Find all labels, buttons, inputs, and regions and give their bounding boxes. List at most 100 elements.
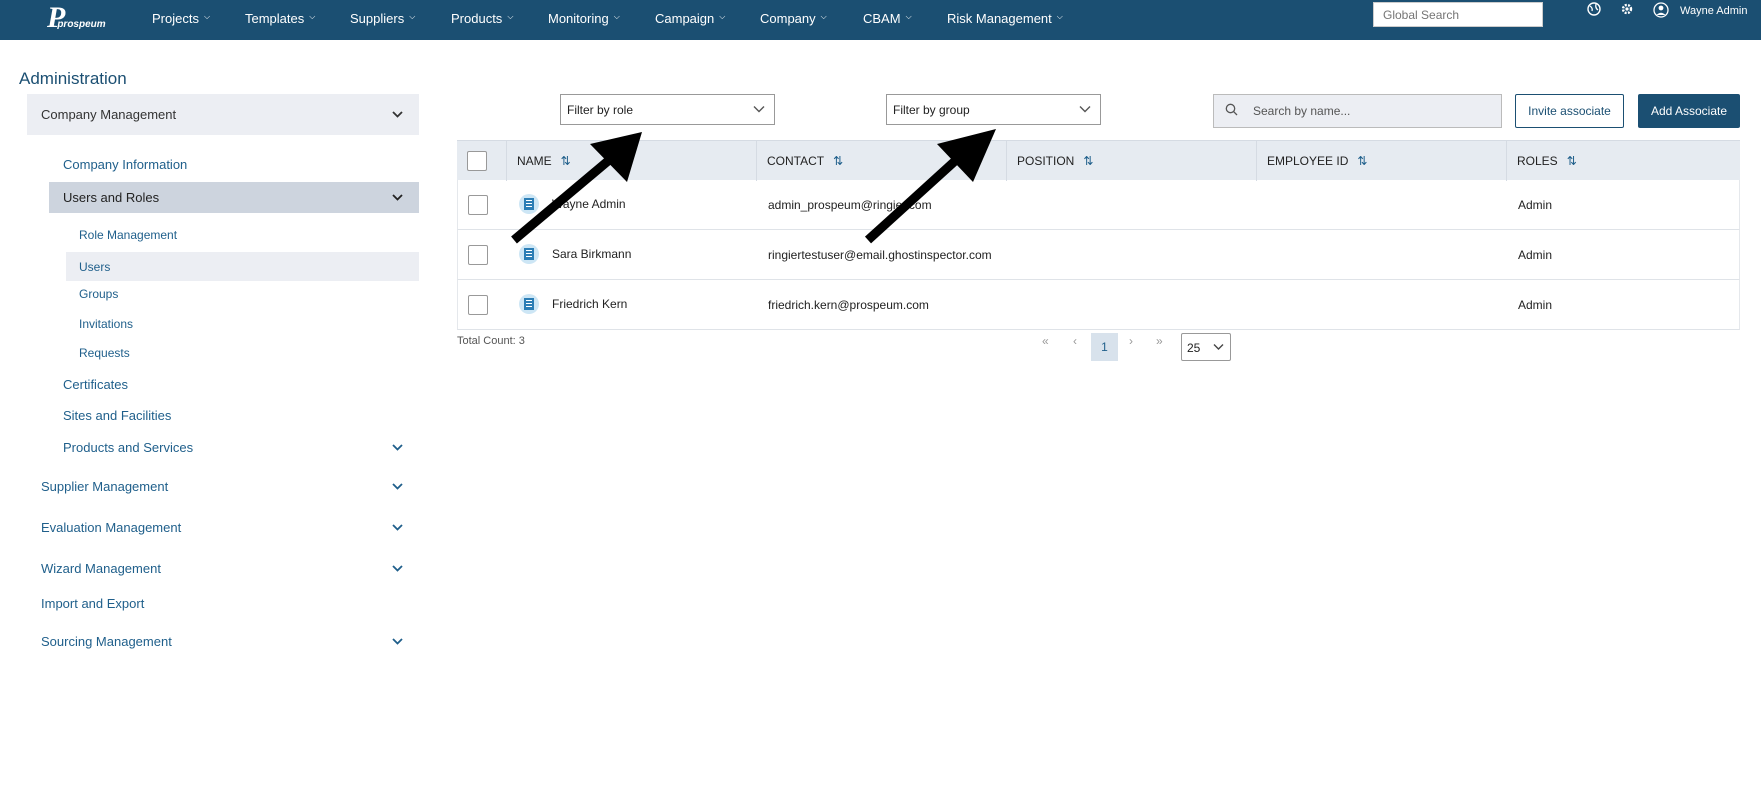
prev-page-icon[interactable]: ‹ xyxy=(1073,334,1077,348)
chevron-down-icon: ⌵ xyxy=(309,12,316,21)
sidebar-item-requests[interactable]: Requests xyxy=(79,346,130,360)
sort-icon[interactable]: ⇅ xyxy=(1567,154,1577,168)
column-header-name[interactable]: NAME ⇅ xyxy=(506,141,756,181)
sidebar-company-management[interactable]: Company Management xyxy=(27,94,419,135)
sort-icon[interactable]: ⇅ xyxy=(1357,154,1367,168)
first-page-icon[interactable]: « xyxy=(1042,334,1049,348)
sort-icon[interactable]: ⇅ xyxy=(561,154,571,168)
sort-icon[interactable]: ⇅ xyxy=(833,154,843,168)
chevron-down-icon xyxy=(392,636,403,648)
chevron-down-icon: ⌵ xyxy=(507,12,514,21)
sidebar-item-label: Groups xyxy=(79,287,119,301)
sidebar-item-role-management[interactable]: Role Management xyxy=(79,228,177,242)
page-size-select[interactable]: 25 xyxy=(1181,333,1231,361)
table-row[interactable]: Sara Birkmann ringiertestuser@email.ghos… xyxy=(457,230,1740,280)
cell-contact: ringiertestuser@email.ghostinspector.com xyxy=(768,248,992,262)
sidebar-item-users[interactable]: Users xyxy=(66,252,419,281)
sidebar-item-company-information[interactable]: Company Information xyxy=(63,157,187,172)
sidebar-item-import-and-export[interactable]: Import and Export xyxy=(41,596,144,611)
cell-name[interactable]: Sara Birkmann xyxy=(552,247,631,261)
invite-associate-button[interactable]: Invite associate xyxy=(1515,94,1624,128)
filter-by-group-select[interactable]: Filter by group xyxy=(886,94,1101,125)
cell-roles: Admin xyxy=(1518,248,1553,262)
sidebar-item-sourcing-management[interactable]: Sourcing Management xyxy=(41,634,419,649)
header-label: NAME xyxy=(517,154,552,168)
last-page-icon[interactable]: » xyxy=(1156,334,1163,348)
nav-campaign[interactable]: Campaign ⌵ xyxy=(655,0,725,36)
chevron-down-icon xyxy=(392,442,403,454)
select-all-checkbox[interactable] xyxy=(467,151,487,171)
chevron-down-icon: ⌵ xyxy=(613,12,620,21)
filter-by-role-select[interactable]: Filter by role xyxy=(560,94,775,125)
prospeum-logo[interactable]: P prospeum xyxy=(47,2,111,33)
table-row[interactable]: Wayne Admin admin_prospeum@ringier.com A… xyxy=(457,180,1740,230)
next-page-icon[interactable]: › xyxy=(1129,334,1133,348)
nav-cbam[interactable]: CBAM ⌵ xyxy=(863,0,912,36)
sidebar-item-label: Supplier Management xyxy=(41,479,169,494)
top-navigation-bar: P prospeum Projects ⌵ Templates ⌵ Supplier… xyxy=(0,0,1761,40)
column-header-roles[interactable]: ROLES ⇅ xyxy=(1506,141,1740,181)
global-search-input[interactable] xyxy=(1373,2,1543,27)
sort-icon[interactable]: ⇅ xyxy=(1083,154,1093,168)
table-header: NAME ⇅ CONTACT ⇅ POSITION ⇅ EMPLOYEE ID ⇅ RO… xyxy=(457,140,1740,181)
nav-company-label: Company xyxy=(760,10,816,26)
chevron-down-icon: ⌵ xyxy=(820,12,827,21)
chevron-down-icon: ⌵ xyxy=(1056,12,1063,21)
row-checkbox[interactable] xyxy=(468,245,488,265)
gear-icon[interactable] xyxy=(1618,2,1636,20)
company-building-icon xyxy=(519,194,539,214)
page-size-value: 25 xyxy=(1187,341,1201,355)
cell-name[interactable]: Wayne Admin xyxy=(552,197,626,211)
sidebar-item-label: Wizard Management xyxy=(41,561,161,576)
filter-by-role-label: Filter by role xyxy=(567,103,634,117)
nav-risk-management[interactable]: Risk Management ⌵ xyxy=(947,0,1063,36)
chevron-down-icon xyxy=(1079,102,1091,116)
add-associate-button[interactable]: Add Associate xyxy=(1638,94,1740,128)
sidebar-item-label: Sourcing Management xyxy=(41,634,172,649)
sidebar-item-products-and-services[interactable]: Products and Services xyxy=(63,440,419,455)
nav-suppliers[interactable]: Suppliers ⌵ xyxy=(350,0,415,36)
header-label: EMPLOYEE ID xyxy=(1267,154,1349,168)
nav-monitoring[interactable]: Monitoring ⌵ xyxy=(548,0,620,36)
nav-templates[interactable]: Templates ⌵ xyxy=(245,0,315,36)
chevron-down-icon: ⌵ xyxy=(905,12,912,21)
sidebar-item-supplier-management[interactable]: Supplier Management xyxy=(41,479,419,494)
sidebar-item-users-and-roles[interactable]: Users and Roles xyxy=(49,182,419,213)
chevron-down-icon xyxy=(1213,340,1224,354)
chevron-down-icon xyxy=(392,563,403,575)
nav-cbam-label: CBAM xyxy=(863,10,901,26)
cell-roles: Admin xyxy=(1518,198,1553,212)
search-placeholder: Search by name... xyxy=(1253,104,1351,118)
nav-projects[interactable]: Projects ⌵ xyxy=(152,0,210,36)
table-row[interactable]: Friedrich Kern friedrich.kern@prospeum.c… xyxy=(457,280,1740,330)
search-by-name-input[interactable]: Search by name... xyxy=(1213,94,1502,128)
sidebar-item-sites-and-facilities[interactable]: Sites and Facilities xyxy=(63,408,171,423)
sidebar-item-evaluation-management[interactable]: Evaluation Management xyxy=(41,520,419,535)
sidebar-item-label: Certificates xyxy=(63,377,129,392)
sidebar-item-invitations[interactable]: Invitations xyxy=(79,317,133,331)
column-header-position[interactable]: POSITION ⇅ xyxy=(1006,141,1256,181)
cell-name[interactable]: Friedrich Kern xyxy=(552,297,627,311)
sidebar-item-wizard-management[interactable]: Wizard Management xyxy=(41,561,419,576)
nav-monitoring-label: Monitoring xyxy=(548,10,609,26)
sidebar-item-groups[interactable]: Groups xyxy=(79,287,118,301)
company-building-icon xyxy=(519,294,539,314)
cell-contact: admin_prospeum@ringier.com xyxy=(768,198,932,212)
username[interactable]: Wayne Admin xyxy=(1680,5,1747,17)
sidebar-item-label: Requests xyxy=(79,346,130,360)
row-checkbox[interactable] xyxy=(468,195,488,215)
user-avatar-icon[interactable] xyxy=(1652,2,1670,20)
nav-templates-label: Templates xyxy=(245,10,305,26)
sidebar-item-label: Import and Export xyxy=(41,596,145,611)
sidebar-item-certificates[interactable]: Certificates xyxy=(63,377,128,392)
row-checkbox[interactable] xyxy=(468,295,488,315)
nav-campaign-label: Campaign xyxy=(655,10,715,26)
globe-icon[interactable] xyxy=(1585,2,1603,20)
column-header-contact[interactable]: CONTACT ⇅ xyxy=(756,141,1006,181)
column-header-employee-id[interactable]: EMPLOYEE ID ⇅ xyxy=(1256,141,1506,181)
page-number-current[interactable]: 1 xyxy=(1091,333,1118,361)
sidebar-item-label: Users and Roles xyxy=(63,190,160,205)
company-building-icon xyxy=(519,244,539,264)
nav-products[interactable]: Products ⌵ xyxy=(451,0,513,36)
nav-company[interactable]: Company ⌵ xyxy=(760,0,827,36)
